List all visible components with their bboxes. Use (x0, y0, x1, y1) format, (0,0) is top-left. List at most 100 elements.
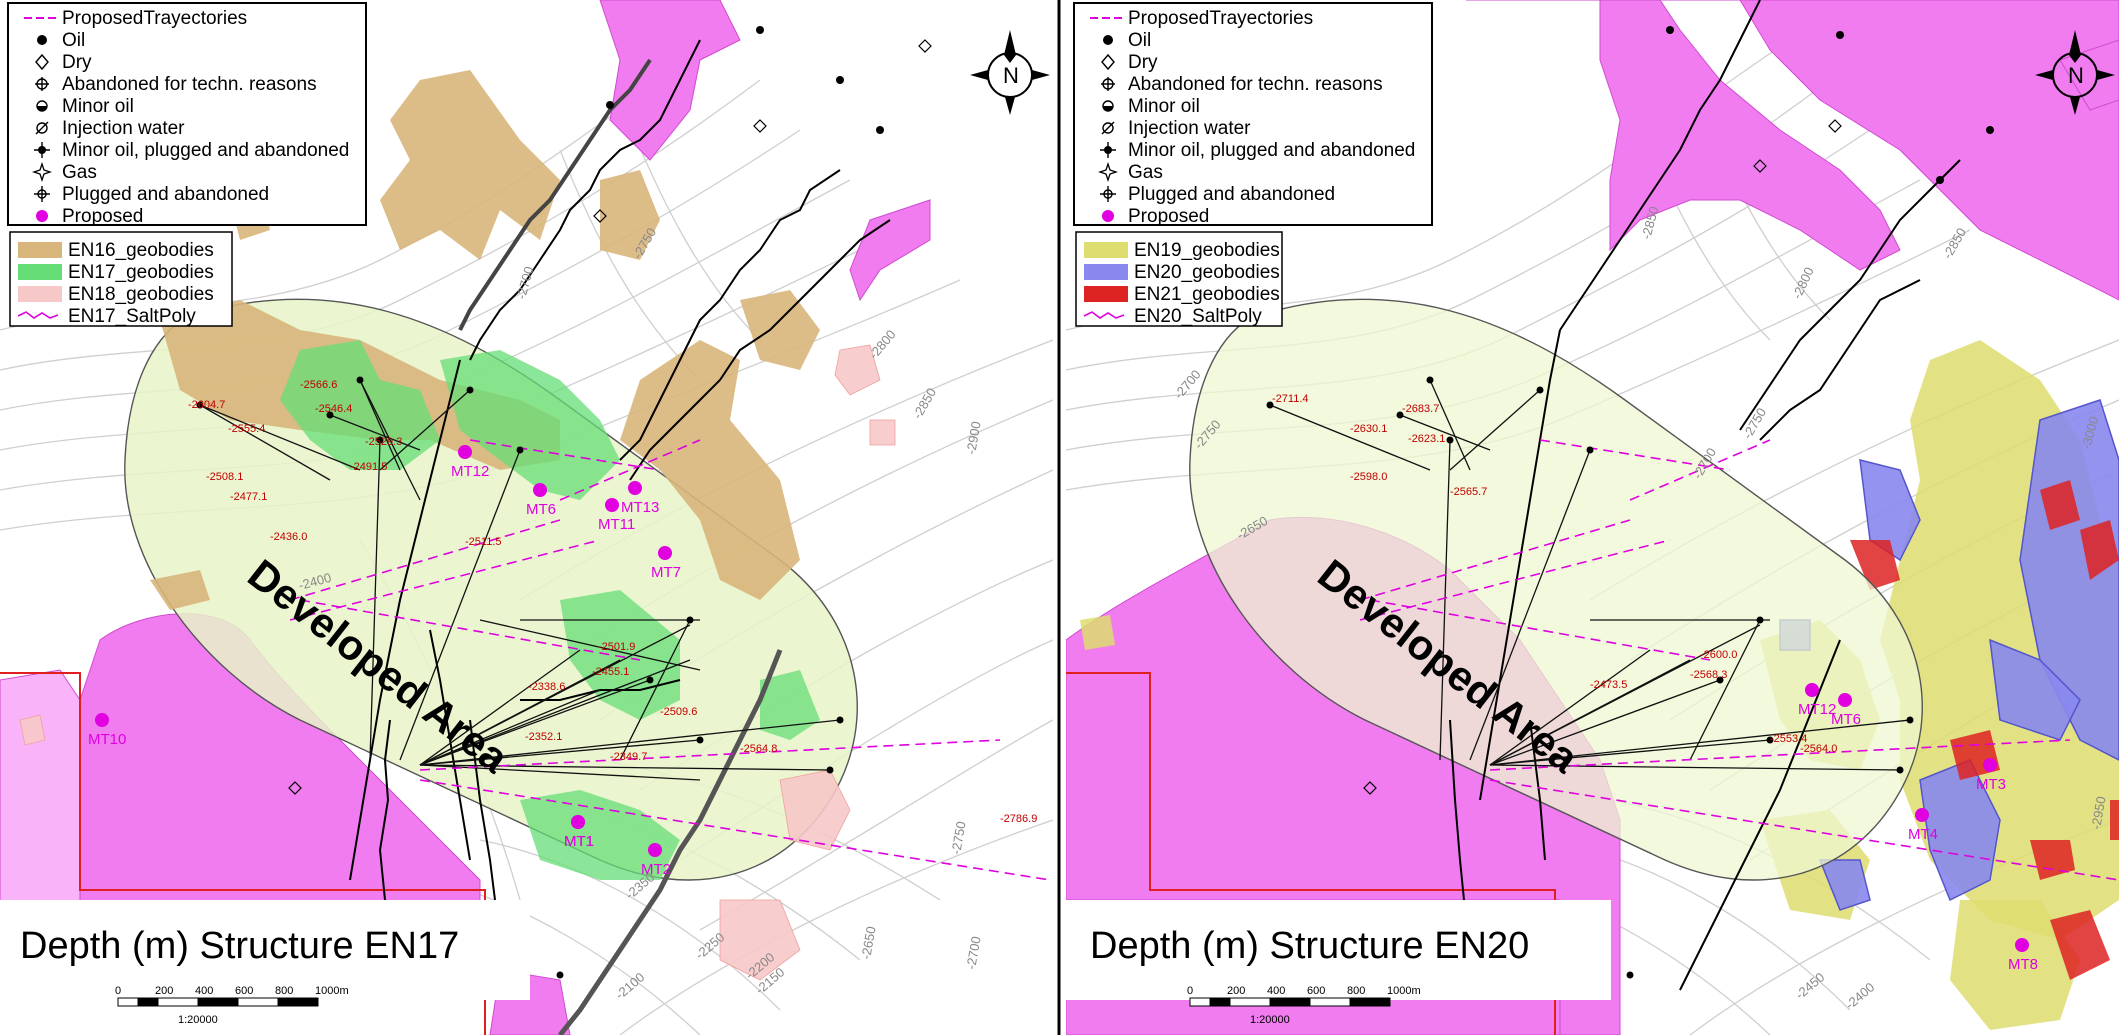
legend-swatch (1084, 286, 1128, 302)
scale-ratio: 1:20000 (1250, 1014, 1290, 1026)
legend-label: EN19_geobodies (1134, 240, 1280, 261)
proposed-well-marker (605, 498, 619, 512)
legend-label: EN21_geobodies (1134, 284, 1280, 305)
legend-label: Oil (62, 30, 85, 51)
scale-tick-label: 600 (1307, 985, 1325, 997)
legend-label: Proposed (62, 206, 143, 227)
proposed-well-label: MT3 (1976, 776, 2006, 793)
svg-text:N: N (2068, 63, 2084, 88)
well-depth-label: -2509.6 (660, 706, 697, 718)
proposed-well-label: MT12 (451, 463, 489, 480)
proposed-well-label: MT10 (88, 731, 126, 748)
scale-segment (157, 997, 199, 1007)
legend-label: ProposedTrayectories (62, 8, 247, 29)
well-depth-label: -2598.0 (1350, 471, 1387, 483)
legend-label: EN18_geobodies (68, 284, 214, 305)
scale-tick-label: 600 (235, 985, 253, 997)
well-depth-label: -2786.9 (1000, 813, 1037, 825)
scale-segment (197, 997, 239, 1007)
legend-label: Plugged and abandoned (1128, 184, 1335, 205)
legend-label: EN20_geobodies (1134, 262, 1280, 283)
proposed-well-label: MT11 (598, 516, 635, 533)
scale-tick-label: 1000m (1387, 985, 1421, 997)
legend-label: Abandoned for techn. reasons (62, 74, 317, 95)
panel-en17: -2604.7 -2566.6 -2546.4 -2555.4 -2529.3 -2508… (0, 0, 1053, 1035)
legend-label: Dry (62, 52, 92, 73)
legend-label: Injection water (1128, 118, 1251, 139)
well-depth-label: -2508.1 (206, 471, 243, 483)
well-depth-label: -2564.8 (740, 743, 777, 755)
proposed-well-label: MT6 (1831, 711, 1861, 728)
well-depth-label: -2564.0 (1800, 743, 1837, 755)
legend-label: Dry (1128, 52, 1158, 73)
proposed-well-label: MT2 (641, 861, 671, 878)
scale-segment (277, 997, 319, 1007)
proposed-well-marker (1983, 758, 1997, 772)
legend-label: Plugged and abandoned (62, 184, 269, 205)
well-depth-label: -2501.9 (598, 641, 635, 653)
well-depth-label: -2604.7 (188, 399, 225, 411)
legend-label: Minor oil, plugged and abandoned (62, 140, 349, 161)
well-depth-label: -2546.4 (315, 403, 352, 415)
legend-label: Minor oil, plugged and abandoned (1128, 140, 1415, 161)
scale-segment (1349, 997, 1391, 1007)
proposed-well-marker (658, 546, 672, 560)
map-figure: -2604.7 -2566.6 -2546.4 -2555.4 -2529.3 -2508… (0, 0, 2119, 1035)
proposed-icon (36, 210, 48, 222)
legend-label: Gas (62, 162, 97, 183)
proposed-well-label: MT4 (1908, 826, 1938, 843)
scale-tick-label: 400 (1267, 985, 1285, 997)
well-depth-label: -2511.5 (465, 536, 502, 548)
legend-swatch (1084, 242, 1128, 258)
scale-tick-label: 0 (115, 985, 121, 997)
scale-tick-label: 200 (1227, 985, 1245, 997)
scale-segment (1309, 997, 1351, 1007)
well-depth-label: -2630.1 (1350, 423, 1387, 435)
well-depth-label: -2349.7 (610, 751, 647, 763)
well-legend: ProposedTrayectoriesOilDryAbandoned for … (7, 2, 367, 227)
proposed-well-label: MT6 (526, 501, 556, 518)
proposed-well-marker (533, 483, 547, 497)
well-depth-label: -2529.3 (365, 436, 402, 448)
oil-icon (37, 35, 47, 45)
legend-swatch (18, 286, 62, 302)
legend-label: ProposedTrayectories (1128, 8, 1313, 29)
legend-label: Minor oil (1128, 96, 1200, 117)
proposed-well-label: MT13 (621, 499, 659, 516)
geobody-legend: EN19_geobodiesEN20_geobodiesEN21_geobodi… (1075, 231, 1283, 327)
svg-text:N: N (1003, 63, 1019, 88)
well-depth-label: -2565.7 (1450, 486, 1487, 498)
proposed-icon (1102, 210, 1114, 222)
proposed-well-marker (1915, 808, 1929, 822)
legend-swatch (18, 264, 62, 280)
proposed-well-label: MT7 (651, 564, 681, 581)
legend-label: Proposed (1128, 206, 1209, 227)
scale-tick-label: 400 (195, 985, 213, 997)
legend-label: EN16_geobodies (68, 240, 214, 261)
scale-tick-label: 0 (1187, 985, 1193, 997)
scale-tick-label: 800 (1347, 985, 1365, 997)
proposed-well-marker (2015, 938, 2029, 952)
well-depth-label: -2352.1 (525, 731, 562, 743)
legend-label: Gas (1128, 162, 1163, 183)
proposed-well-marker (458, 445, 472, 459)
well-depth-label: -2683.7 (1402, 403, 1439, 415)
well-depth-label: -2436.0 (270, 531, 307, 543)
proposed-well-marker (571, 815, 585, 829)
proposed-well-marker (628, 481, 642, 495)
legend-label: Minor oil (62, 96, 134, 117)
legend-label: Oil (1128, 30, 1151, 51)
well-depth-label: -2600.0 (1700, 649, 1737, 661)
scale-segment (237, 997, 279, 1007)
well-depth-label: -2455.1 (592, 666, 629, 678)
proposed-well-marker (648, 843, 662, 857)
geobody-legend: EN16_geobodiesEN17_geobodiesEN18_geobodi… (9, 231, 233, 327)
well-depth-label: -2555.4 (228, 423, 265, 435)
well-depth-label: -2711.4 (1272, 393, 1309, 405)
proposed-well-label: MT8 (2008, 956, 2038, 973)
proposed-well-marker (95, 713, 109, 727)
well-depth-label: -2566.6 (300, 379, 337, 391)
proposed-well-marker (1805, 683, 1819, 697)
oil-icon (1103, 35, 1113, 45)
scale-segment (1269, 997, 1311, 1007)
